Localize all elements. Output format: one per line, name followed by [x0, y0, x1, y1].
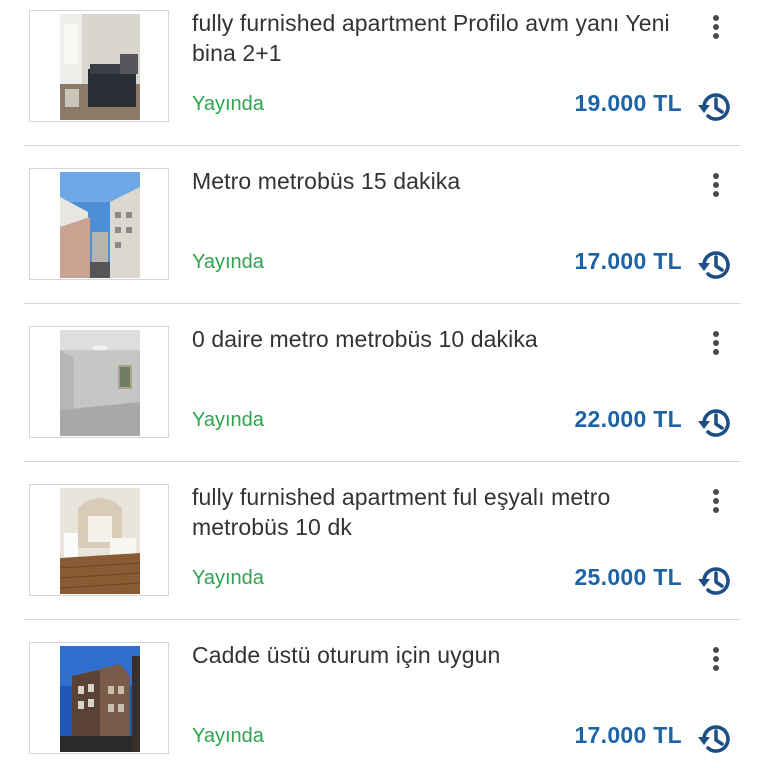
- listing-thumbnail[interactable]: [29, 642, 169, 754]
- more-options-icon[interactable]: [704, 644, 728, 678]
- building-exterior-photo-icon: [60, 646, 140, 752]
- history-icon[interactable]: [696, 404, 734, 442]
- history-icon[interactable]: [696, 246, 734, 284]
- listing-thumbnail[interactable]: [29, 326, 169, 438]
- status-label: Yayında: [192, 567, 264, 589]
- history-icon[interactable]: [696, 88, 734, 126]
- listing-title[interactable]: Cadde üstü oturum için uygun: [192, 640, 682, 670]
- listing-thumbnail[interactable]: [29, 484, 169, 596]
- status-label: Yayında: [192, 251, 264, 273]
- status-label: Yayında: [192, 409, 264, 431]
- listing-row[interactable]: fully furnished apartment ful eşyalı met…: [0, 462, 768, 620]
- status-label: Yayında: [192, 93, 264, 115]
- listing-row[interactable]: fully furnished apartment Profilo avm ya…: [0, 0, 768, 146]
- history-icon[interactable]: [696, 720, 734, 758]
- listing-row[interactable]: Cadde üstü oturum için uygun Yayında 17.…: [0, 620, 768, 768]
- status-label: Yayında: [192, 725, 264, 747]
- price-label: 25.000 TL: [574, 564, 682, 590]
- empty-room-photo-icon: [60, 330, 140, 436]
- listing-title[interactable]: Metro metrobüs 15 dakika: [192, 166, 682, 196]
- price-label: 19.000 TL: [574, 90, 682, 116]
- more-options-icon[interactable]: [704, 486, 728, 520]
- listing-thumbnail[interactable]: [29, 168, 169, 280]
- more-options-icon[interactable]: [704, 170, 728, 204]
- price-label: 17.000 TL: [574, 722, 682, 748]
- listing-row[interactable]: 0 daire metro metrobüs 10 dakika Yayında…: [0, 304, 768, 462]
- listing-title[interactable]: fully furnished apartment Profilo avm ya…: [192, 8, 682, 68]
- listing-list: fully furnished apartment Profilo avm ya…: [0, 0, 768, 768]
- listing-thumbnail[interactable]: [29, 10, 169, 122]
- bedroom-photo-icon: [60, 14, 140, 120]
- listing-title[interactable]: 0 daire metro metrobüs 10 dakika: [192, 324, 682, 354]
- history-icon[interactable]: [696, 562, 734, 600]
- more-options-icon[interactable]: [704, 328, 728, 362]
- listing-title[interactable]: fully furnished apartment ful eşyalı met…: [192, 482, 682, 542]
- more-options-icon[interactable]: [704, 12, 728, 46]
- price-label: 22.000 TL: [574, 406, 682, 432]
- price-label: 17.000 TL: [574, 248, 682, 274]
- listing-row[interactable]: Metro metrobüs 15 dakika Yayında 17.000 …: [0, 146, 768, 304]
- furnished-room-photo-icon: [60, 488, 140, 594]
- street-view-photo-icon: [60, 172, 140, 278]
